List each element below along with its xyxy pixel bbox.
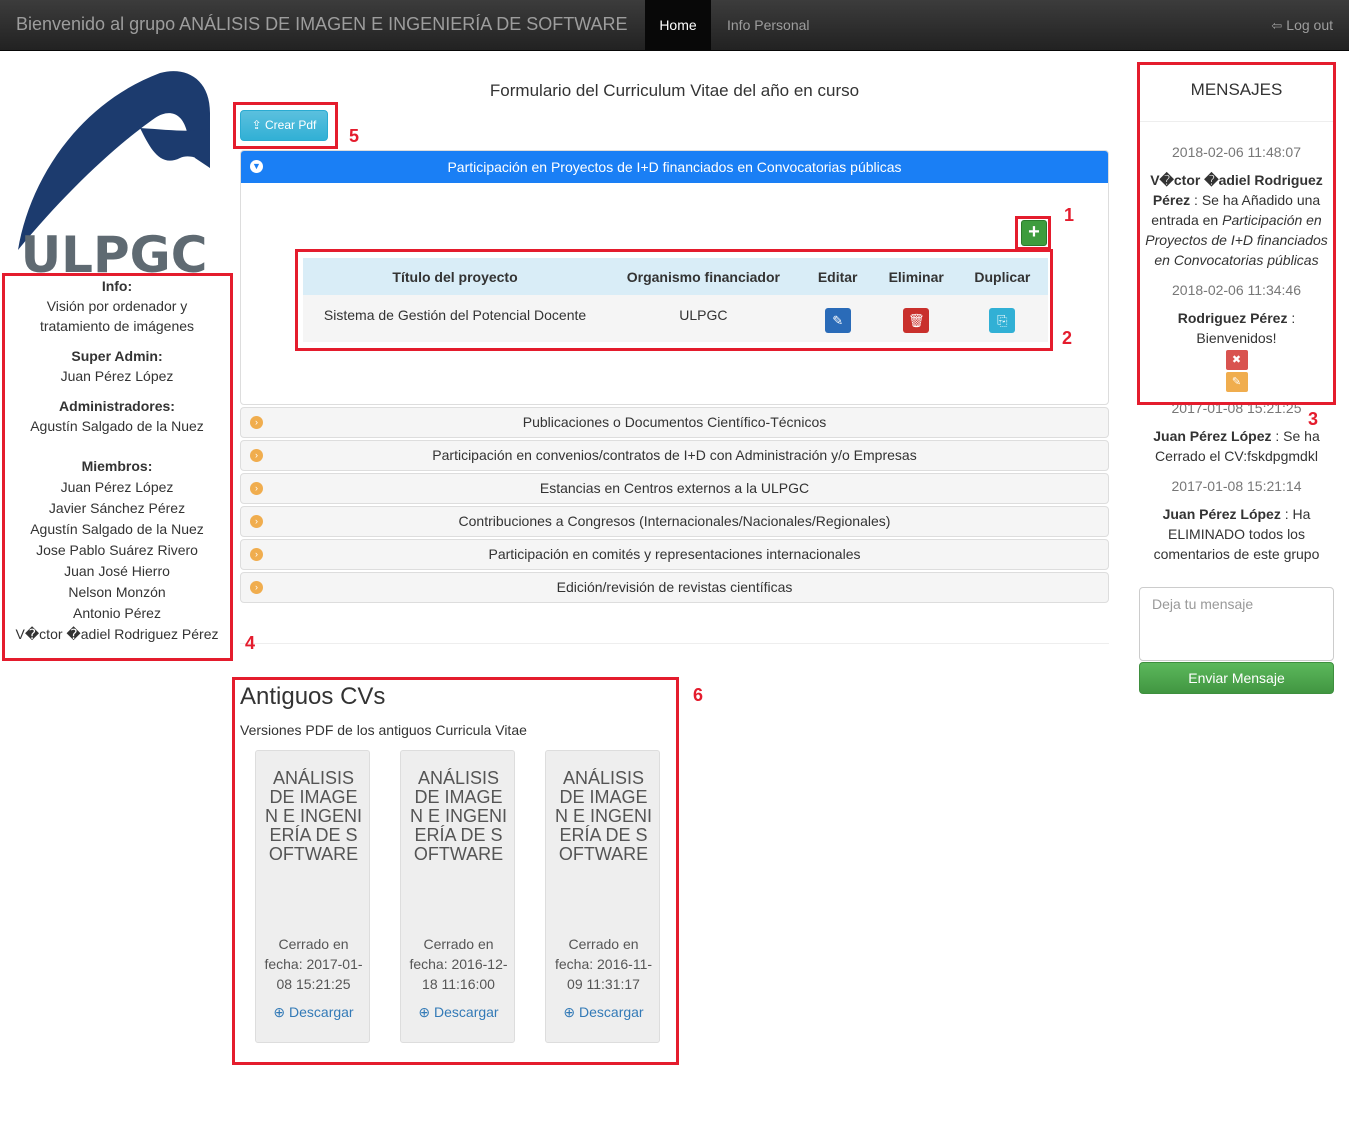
section-title: Participación en comités y representacio… (488, 546, 861, 562)
message-input[interactable]: Deja tu mensaje (1139, 587, 1334, 661)
section-header-projects[interactable]: ▼ Participación en Proyectos de I+D fina… (241, 151, 1108, 183)
annotation-number: 6 (693, 685, 704, 705)
annotation-box-3 (1137, 62, 1336, 405)
nav-home-link[interactable]: Home (645, 0, 711, 51)
divider (240, 643, 1109, 644)
logo-wordmark: ULPGC (21, 226, 208, 276)
section-header-committees[interactable]: › Participación en comités y representaci… (240, 539, 1109, 570)
section-title: Edición/revisión de revistas científicas (556, 579, 793, 595)
section-header-stays[interactable]: › Estancias en Centros externos a la ULPG… (240, 473, 1109, 504)
expand-circle-icon: › (250, 581, 263, 594)
annotation-number: 1 (1064, 205, 1075, 225)
message-date: 2017-01-08 15:21:14 (1171, 478, 1302, 494)
navbar-brand[interactable]: Bienvenido al grupo ANÁLISIS DE IMAGEN E… (16, 14, 628, 35)
annotation-number: 2 (1062, 328, 1073, 348)
section-header-congresses[interactable]: › Contribuciones a Congresos (Internacion… (240, 506, 1109, 537)
expand-circle-icon: › (250, 416, 263, 429)
expand-circle-icon: › (250, 449, 263, 462)
logout-label: Log out (1286, 17, 1333, 33)
annotation-box-4 (2, 273, 233, 661)
section-title: Estancias en Centros externos a la ULPGC (539, 480, 810, 496)
section-header-contracts[interactable]: › Participación en convenios/contratos de… (240, 440, 1109, 471)
collapse-circle-icon: ▼ (250, 160, 263, 173)
annotation-box-1 (1015, 216, 1051, 250)
top-navbar: Bienvenido al grupo ANÁLISIS DE IMAGEN E… (0, 0, 1349, 51)
annotation-box-5 (233, 102, 338, 149)
section-title: Participación en Proyectos de I+D financ… (447, 159, 902, 175)
section-title: Participación en convenios/contratos de … (432, 447, 917, 463)
send-message-button[interactable]: Enviar Mensaje (1139, 662, 1334, 694)
expand-circle-icon: › (250, 482, 263, 495)
message-item: Juan Pérez López : Se ha Cerrado el CV:f… (1140, 426, 1333, 466)
logout-icon: ⇦ (1271, 18, 1283, 33)
section-title: Contribuciones a Congresos (Internaciona… (458, 513, 891, 529)
nav-info-personal-link[interactable]: Info Personal (727, 0, 810, 51)
expand-circle-icon: › (250, 548, 263, 561)
section-title: Publicaciones o Documentos Científico-Té… (522, 414, 827, 430)
annotation-number: 3 (1308, 409, 1319, 429)
message-item: Juan Pérez López : Ha ELIMINADO todos lo… (1140, 504, 1333, 564)
ulpgc-logo: ULPGC (18, 71, 210, 276)
annotation-number: 5 (349, 126, 360, 146)
logout-link[interactable]: ⇦ Log out (1271, 0, 1333, 51)
message-author: Juan Pérez López (1162, 506, 1281, 522)
expand-circle-icon: › (250, 515, 263, 528)
section-header-journals[interactable]: › Edición/revisión de revistas científica… (240, 572, 1109, 603)
annotation-number: 4 (245, 633, 256, 653)
form-title: Formulario del Curriculum Vitae del año … (489, 81, 860, 100)
section-header-publications[interactable]: › Publicaciones o Documentos Científico-T… (240, 407, 1109, 438)
message-author: Juan Pérez López (1153, 428, 1272, 444)
annotation-box-6 (232, 677, 679, 1065)
annotation-box-2 (295, 249, 1053, 351)
